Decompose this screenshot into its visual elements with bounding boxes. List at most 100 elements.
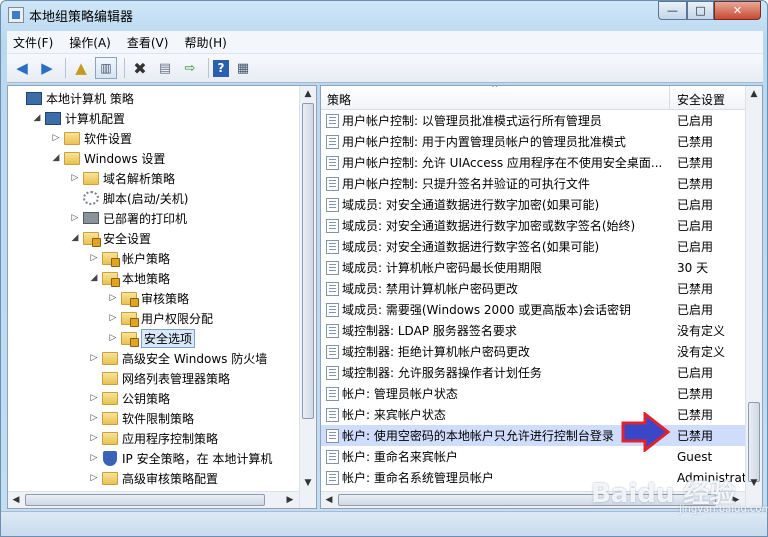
tree-node[interactable]: ▷ 审核策略: [8, 288, 298, 308]
minimize-button[interactable]: —: [658, 1, 687, 20]
scroll-up-icon[interactable]: ▲: [300, 86, 316, 102]
forward-arrow-icon[interactable]: ▶: [36, 57, 58, 79]
properties-icon[interactable]: ▤: [154, 57, 176, 79]
expand-icon[interactable]: ▷: [107, 313, 119, 323]
policy-row[interactable]: 域控制器: 拒绝计算机帐户密码更改 没有定义: [321, 341, 746, 362]
maximize-button[interactable]: □: [687, 1, 714, 20]
tree-node[interactable]: ▷ 帐户策略: [8, 248, 298, 268]
expand-icon[interactable]: ▷: [107, 293, 119, 303]
expand-icon[interactable]: ▷: [50, 133, 62, 143]
folder-icon: [102, 471, 118, 485]
tree-node[interactable]: ▷ 高级安全 Windows 防火墙: [8, 348, 298, 368]
expand-icon[interactable]: ▷: [69, 173, 81, 183]
column-header-setting[interactable]: 安全设置: [677, 91, 725, 108]
policy-row[interactable]: 用户帐户控制: 用于内置管理员帐户的管理员批准模式 已禁用: [321, 131, 746, 152]
menu-help[interactable]: 帮助(H): [184, 34, 226, 51]
expand-icon[interactable]: ▷: [88, 393, 100, 403]
tree-node[interactable]: ▷ 软件限制策略: [8, 408, 298, 428]
menu-action[interactable]: 操作(A): [69, 34, 111, 51]
tree-node[interactable]: 网络列表管理器策略: [8, 368, 298, 388]
tree-node[interactable]: ▷ 安全选项: [8, 328, 298, 348]
policy-icon: [326, 428, 339, 443]
policy-row[interactable]: 用户帐户控制: 只提升签名并验证的可执行文件 已禁用: [321, 173, 746, 194]
expand-icon[interactable]: ▷: [88, 473, 100, 483]
tree-node[interactable]: ▷ 公钥策略: [8, 388, 298, 408]
tree-vertical-scrollbar[interactable]: ▲ ▼: [299, 86, 316, 508]
tree-node[interactable]: ◢ 本地策略: [8, 268, 298, 288]
collapse-icon[interactable]: ◢: [50, 153, 62, 163]
security-folder-icon: [121, 311, 139, 327]
tree-node[interactable]: ◢ 安全设置: [8, 228, 298, 248]
column-header-policy[interactable]: 策略: [327, 91, 351, 108]
toolbar-separator: [65, 58, 66, 78]
computer-icon: [45, 111, 61, 125]
scroll-right-icon[interactable]: ▶: [282, 492, 298, 508]
tree-node-label: 脚本(启动/关机): [103, 191, 189, 206]
list-scroll-thumb[interactable]: [748, 402, 760, 482]
menu-view[interactable]: 查看(V): [127, 34, 169, 51]
column-divider[interactable]: [669, 86, 670, 110]
collapse-icon[interactable]: ◢: [69, 233, 81, 243]
tree-horizontal-scrollbar[interactable]: ◀ ▶: [8, 491, 299, 508]
tree-scroll-thumb[interactable]: [302, 103, 314, 419]
back-arrow-icon[interactable]: ◀: [11, 57, 33, 79]
help-icon[interactable]: ?: [213, 59, 229, 77]
expand-icon[interactable]: ▷: [69, 213, 81, 223]
policy-name: 域成员: 计算机帐户密码最长使用期限: [342, 261, 542, 275]
tree-hscroll-thumb[interactable]: [25, 494, 265, 506]
tree-node[interactable]: 脚本(启动/关机): [8, 188, 298, 208]
tree-node-label: IP 安全策略，在 本地计算机: [122, 451, 273, 466]
expand-icon[interactable]: ▷: [88, 433, 100, 443]
policy-row[interactable]: 用户帐户控制: 允许 UIAccess 应用程序在不使用安全桌面... 已禁用: [321, 152, 746, 173]
policy-row[interactable]: 帐户: 重命名来宾帐户 Guest: [321, 446, 746, 467]
policy-row[interactable]: 帐户: 来宾帐户状态 已禁用: [321, 404, 746, 425]
scroll-left-icon[interactable]: ◀: [8, 492, 24, 508]
policy-row[interactable]: 域成员: 需要强(Windows 2000 或更高版本)会话密钥 已启用: [321, 299, 746, 320]
scroll-down-icon[interactable]: ▼: [746, 475, 762, 491]
tree-node-label: Windows 设置: [84, 151, 166, 166]
tree-node[interactable]: ◢ 计算机配置: [8, 108, 298, 128]
expand-icon[interactable]: ▷: [88, 413, 100, 423]
tree-node[interactable]: ▷ 已部署的打印机: [8, 208, 298, 228]
policy-name: 用户帐户控制: 允许 UIAccess 应用程序在不使用安全桌面...: [342, 156, 663, 170]
title-bar[interactable]: 本地组策略编辑器 — □ ✕: [1, 1, 767, 29]
tree-node-label: 用户权限分配: [141, 311, 214, 326]
tree-node[interactable]: ▷ 软件设置: [8, 128, 298, 148]
scroll-left-icon[interactable]: ◀: [321, 492, 337, 508]
policy-row[interactable]: 域成员: 计算机帐户密码最长使用期限 30 天: [321, 257, 746, 278]
list-vertical-scrollbar[interactable]: ▲ ▼: [745, 86, 762, 508]
policy-row[interactable]: 域控制器: 允许服务器操作者计划任务 已启用: [321, 362, 746, 383]
collapse-icon[interactable]: ◢: [31, 113, 43, 123]
scroll-up-icon[interactable]: ▲: [746, 86, 762, 102]
tree-node[interactable]: ◢ Windows 设置: [8, 148, 298, 168]
show-action-pane-icon[interactable]: ▦: [232, 57, 254, 79]
up-folder-icon[interactable]: ▲: [70, 57, 92, 79]
close-button[interactable]: ✕: [714, 1, 761, 20]
expand-icon[interactable]: ▷: [88, 253, 100, 263]
tree-node[interactable]: ▷ 用户权限分配: [8, 308, 298, 328]
menu-file[interactable]: 文件(F): [13, 34, 53, 51]
export-list-icon[interactable]: ⇨: [179, 57, 201, 79]
policy-row[interactable]: 帐户: 使用空密码的本地帐户只允许进行控制台登录 已禁用: [321, 425, 746, 446]
policy-row[interactable]: 域成员: 对安全通道数据进行数字签名(如果可能) 已启用: [321, 236, 746, 257]
policy-row[interactable]: 域控制器: LDAP 服务器签名要求 没有定义: [321, 320, 746, 341]
tree-node[interactable]: ▷ 应用程序控制策略: [8, 428, 298, 448]
scroll-down-icon[interactable]: ▼: [300, 475, 316, 491]
policy-setting-value: 已启用: [677, 219, 714, 233]
collapse-icon[interactable]: ◢: [88, 273, 100, 283]
policy-row[interactable]: 帐户: 管理员帐户状态 已禁用: [321, 383, 746, 404]
tree-node[interactable]: ▷ IP 安全策略，在 本地计算机: [8, 448, 298, 468]
policy-setting-value: 已禁用: [677, 177, 714, 191]
expand-icon[interactable]: ▷: [107, 333, 119, 343]
show-tree-icon[interactable]: ▥: [95, 57, 117, 79]
tree-node[interactable]: ▷ 域名解析策略: [8, 168, 298, 188]
expand-icon[interactable]: ▷: [88, 353, 100, 363]
policy-row[interactable]: 用户帐户控制: 以管理员批准模式运行所有管理员 已启用: [321, 110, 746, 131]
policy-row[interactable]: 域成员: 禁用计算机帐户密码更改 已禁用: [321, 278, 746, 299]
tree-node[interactable]: ▷ 高级审核策略配置: [8, 468, 298, 488]
delete-icon[interactable]: ✖: [129, 57, 151, 79]
tree-node[interactable]: 本地计算机 策略: [8, 88, 298, 108]
policy-row[interactable]: 域成员: 对安全通道数据进行数字加密(如果可能) 已启用: [321, 194, 746, 215]
expand-icon[interactable]: ▷: [88, 453, 100, 463]
policy-row[interactable]: 域成员: 对安全通道数据进行数字加密或数字签名(始终) 已启用: [321, 215, 746, 236]
